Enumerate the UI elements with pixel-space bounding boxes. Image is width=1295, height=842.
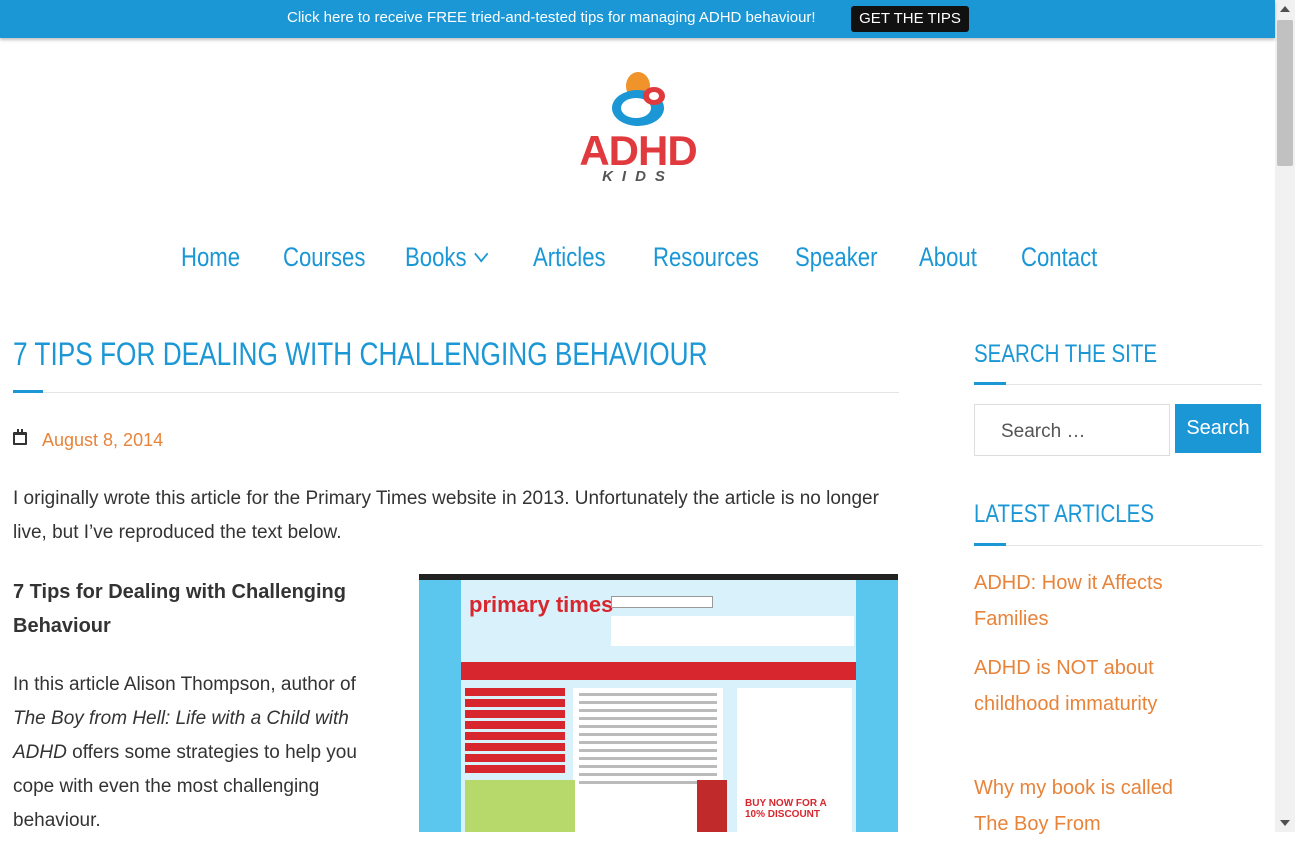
image-buy-text: BUY NOW FOR A 10% DISCOUNT [745, 798, 827, 820]
search-button[interactable]: Search [1175, 404, 1261, 453]
nav-courses[interactable]: Courses [283, 242, 365, 273]
nav-home[interactable]: Home [181, 242, 240, 273]
chevron-down-icon [474, 245, 489, 263]
nav-contact[interactable]: Contact [1021, 242, 1097, 273]
promo-bar[interactable]: Click here to receive FREE tried-and-tes… [0, 0, 1275, 38]
article-subheading: 7 Tips for Dealing with Challenging Beha… [13, 581, 346, 637]
latest-articles-divider [974, 545, 1262, 546]
nav-speaker[interactable]: Speaker [795, 242, 877, 273]
image-website-page: primary times BUY NOW FOR A 10% DISCOUNT [461, 580, 856, 832]
search-widget-accent [974, 382, 1006, 385]
image-ad [465, 780, 575, 832]
nav-resources[interactable]: Resources [653, 242, 759, 273]
latest-articles-title: LATEST ARTICLES [974, 500, 1155, 528]
site-logo[interactable]: ADHD KIDS [576, 68, 700, 188]
scroll-thumb[interactable] [1277, 20, 1293, 166]
scroll-down-icon[interactable] [1280, 820, 1290, 826]
latest-articles-accent [974, 543, 1006, 546]
search-widget-divider [974, 384, 1262, 385]
image-signup-box [611, 616, 854, 646]
main-nav: Home Courses Books Articles Resources Sp… [0, 242, 1275, 282]
latest-article-link[interactable]: ADHD is NOT about childhood immaturity [974, 650, 1174, 722]
nav-books-label: Books [405, 242, 467, 272]
scroll-up-icon[interactable] [1280, 6, 1290, 12]
nav-articles[interactable]: Articles [533, 242, 606, 273]
nav-about[interactable]: About [919, 242, 977, 273]
scrollbar[interactable] [1275, 0, 1295, 832]
nav-books[interactable]: Books [405, 242, 489, 273]
image-search-box [611, 596, 713, 608]
image-book-cover [697, 780, 727, 832]
get-tips-button[interactable]: GET THE TIPS [851, 6, 969, 32]
logo-subtext: KIDS [602, 168, 674, 185]
logo-text: ADHD [579, 127, 697, 174]
post-title: 7 TIPS FOR DEALING WITH CHALLENGING BEHA… [13, 336, 708, 372]
post-date[interactable]: August 8, 2014 [42, 430, 163, 451]
promo-text[interactable]: Click here to receive FREE tried-and-tes… [287, 9, 816, 26]
image-logo: primary times [469, 592, 614, 617]
article-image: primary times BUY NOW FOR A 10% DISCOUNT [419, 574, 898, 832]
title-divider [13, 392, 899, 393]
image-buy-banner: BUY NOW FOR A 10% DISCOUNT [739, 790, 835, 830]
post-intro: I originally wrote this article for the … [13, 488, 879, 543]
logo-mark-icon [612, 72, 665, 126]
latest-article-link[interactable]: ADHD: How it Affects Families [974, 565, 1174, 637]
title-accent [13, 390, 43, 393]
article-paragraph: In this article Alison Thompson, author … [13, 668, 383, 838]
image-menu-bar [461, 662, 856, 680]
para-before: In this article Alison Thompson, author … [13, 674, 356, 695]
latest-article-link[interactable]: Why my book is called The Boy From [974, 770, 1174, 842]
search-widget-title: SEARCH THE SITE [974, 340, 1158, 368]
calendar-icon [13, 429, 27, 445]
search-input[interactable]: Search … [974, 404, 1170, 456]
